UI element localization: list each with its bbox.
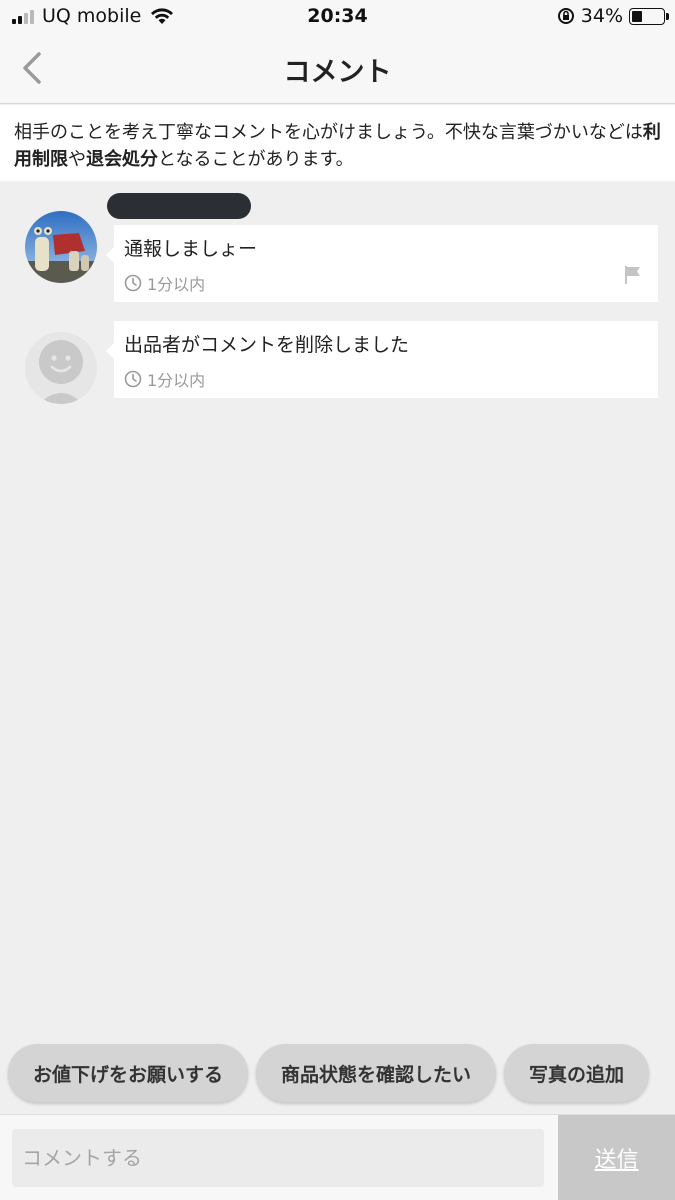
- comment-guideline-notice: 相手のことを考え丁寧なコメントを心がけましょう。不快な言葉づかいなどは利用制限や…: [0, 105, 675, 181]
- status-right: 34%: [557, 5, 669, 27]
- quick-reply-add-photo[interactable]: 写真の追加: [504, 1044, 650, 1102]
- avatar-photo-icon: [25, 211, 97, 283]
- comment-bubble: 通報しましょー 1分以内: [106, 225, 658, 302]
- flag-icon: [625, 266, 640, 284]
- battery-percent: 34%: [580, 5, 623, 27]
- comment-bubble: 出品者がコメントを削除しました 1分以内: [106, 321, 658, 398]
- redacted-username: [107, 193, 251, 219]
- clock-icon: [124, 370, 142, 388]
- comment-timestamp: 1分以内: [124, 271, 648, 295]
- user-avatar-default[interactable]: [25, 332, 97, 404]
- quick-reply-price-down[interactable]: お値下げをお願いする: [8, 1044, 249, 1102]
- notice-text-3: となることがあります。: [158, 149, 354, 170]
- comment-time-text: 1分以内: [147, 371, 206, 390]
- quick-reply-condition[interactable]: 商品状態を確認したい: [256, 1044, 497, 1102]
- notice-text-2: や: [68, 149, 86, 170]
- notice-text-1: 相手のことを考え丁寧なコメントを心がけましょう。不快な言葉づかいなどは: [14, 122, 643, 143]
- user-avatar-photo[interactable]: [25, 211, 97, 283]
- clock-icon: [124, 274, 142, 292]
- comment-timestamp: 1分以内: [124, 367, 648, 391]
- comment-input[interactable]: [12, 1129, 544, 1187]
- rotation-lock-icon: [557, 8, 574, 24]
- quick-reply-bar: お値下げをお願いする 商品状態を確認したい 写真の追加: [8, 1044, 650, 1102]
- default-avatar-icon: [25, 332, 97, 404]
- comment-time-text: 1分以内: [147, 275, 206, 294]
- nav-bar: コメント: [0, 34, 675, 104]
- battery-icon: [629, 7, 669, 25]
- notice-bold-withdrawal: 退会処分: [86, 149, 158, 170]
- comment-input-bar: 送信: [0, 1114, 675, 1200]
- comment-text: 出品者がコメントを削除しました: [124, 334, 410, 356]
- page-title: コメント: [283, 57, 392, 88]
- send-button[interactable]: 送信: [558, 1115, 675, 1200]
- status-bar: UQ mobile 20:34 34%: [0, 0, 675, 34]
- comment-text: 通報しましょー: [124, 238, 258, 260]
- report-flag-button[interactable]: [622, 264, 644, 286]
